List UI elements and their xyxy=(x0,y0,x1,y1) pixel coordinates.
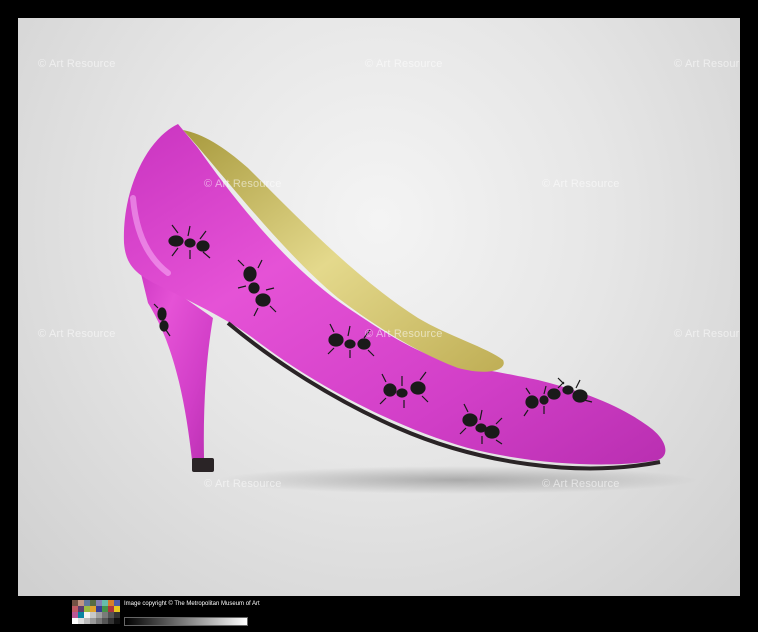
watermark: © Art Resource xyxy=(365,58,443,70)
pink-satin-pump-illustration xyxy=(123,124,698,494)
grayscale-scale-bar xyxy=(124,617,248,626)
watermark: © Art Resource xyxy=(674,328,740,340)
watermark: © Art Resource xyxy=(38,328,116,340)
watermark: © Art Resource xyxy=(542,478,620,490)
watermark: © Art Resource xyxy=(38,58,116,70)
watermark: © Art Resource xyxy=(365,328,443,340)
watermark: © Art Resource xyxy=(674,58,740,70)
color-calibration-chart xyxy=(72,600,120,624)
watermark: © Art Resource xyxy=(542,178,620,190)
copyright-text: Image copyright © The Metropolitan Museu… xyxy=(124,601,260,607)
watermark: © Art Resource xyxy=(204,178,282,190)
shoe-photograph: © Art Resource © Art Resource © Art Reso… xyxy=(18,18,740,596)
watermark: © Art Resource xyxy=(204,478,282,490)
